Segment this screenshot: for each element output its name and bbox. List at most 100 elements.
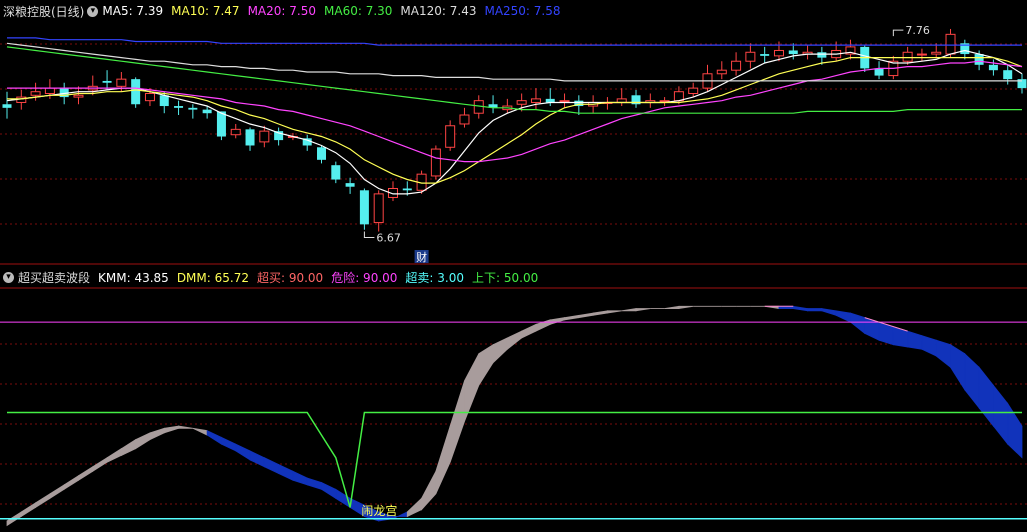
band-segment bbox=[635, 308, 651, 312]
band-segment bbox=[1007, 402, 1023, 459]
band-segment bbox=[221, 436, 237, 452]
band-segment bbox=[249, 450, 265, 468]
candle-body bbox=[902, 51, 913, 62]
candle-body bbox=[116, 78, 127, 87]
candle-body bbox=[331, 165, 341, 180]
candle-body bbox=[402, 188, 412, 191]
candle-body bbox=[216, 111, 226, 137]
band-segment bbox=[163, 425, 179, 434]
price-marker bbox=[363, 231, 375, 239]
band-segment bbox=[292, 470, 308, 486]
candle-body bbox=[30, 91, 41, 96]
band-segment bbox=[35, 493, 51, 509]
candle-body bbox=[745, 51, 756, 62]
price-marker bbox=[892, 29, 904, 37]
candle-body bbox=[174, 106, 184, 108]
band-segment bbox=[149, 427, 165, 441]
low-price-label: 6.67 bbox=[376, 232, 401, 245]
candle-body bbox=[716, 69, 727, 75]
chart-canvas[interactable]: 7.76 6.67 财闹龙宫 bbox=[0, 0, 1027, 532]
band-segment bbox=[235, 443, 251, 461]
candle-body bbox=[131, 79, 141, 105]
candle-body bbox=[773, 49, 784, 57]
band-segment bbox=[263, 457, 280, 475]
candle-body bbox=[144, 92, 155, 102]
band-segment bbox=[850, 312, 866, 335]
signal-label: 闹龙宫 bbox=[361, 503, 397, 518]
band-segment bbox=[964, 352, 980, 410]
band-segment bbox=[892, 326, 909, 348]
candle-body bbox=[202, 109, 212, 114]
band-segment bbox=[549, 317, 565, 325]
candle-body bbox=[102, 80, 112, 83]
band-segment bbox=[78, 466, 94, 482]
band-segment bbox=[835, 310, 851, 323]
band-segment bbox=[449, 380, 465, 463]
candle-body bbox=[245, 129, 255, 146]
band-segment bbox=[106, 447, 122, 463]
band-segment bbox=[20, 502, 36, 518]
candle-body bbox=[259, 130, 270, 143]
band-segment bbox=[120, 438, 137, 457]
band-segment bbox=[178, 425, 193, 429]
candle-body bbox=[916, 53, 927, 56]
candle-body bbox=[974, 54, 984, 65]
band-segment bbox=[63, 475, 79, 491]
candle-body bbox=[516, 100, 527, 105]
band-segment bbox=[664, 305, 680, 309]
band-segment bbox=[950, 343, 966, 392]
candle-body bbox=[459, 114, 470, 125]
ma-line-ma250 bbox=[7, 37, 1022, 46]
band-segment bbox=[192, 427, 208, 436]
band-segment bbox=[578, 312, 594, 319]
band-segment bbox=[492, 337, 508, 364]
midline-series bbox=[7, 411, 1022, 508]
ma-line-ma10 bbox=[7, 56, 1023, 184]
band-segment bbox=[506, 330, 523, 351]
candle-body bbox=[760, 54, 770, 56]
band-segment bbox=[464, 353, 480, 422]
candle-body bbox=[530, 98, 541, 103]
candle-body bbox=[44, 87, 55, 94]
band-segment bbox=[321, 481, 337, 500]
candle-body bbox=[317, 147, 327, 160]
candle-body bbox=[874, 68, 884, 76]
band-segment bbox=[421, 471, 437, 511]
candle-body bbox=[931, 51, 942, 55]
band-segment bbox=[206, 429, 222, 445]
band-segment bbox=[592, 310, 608, 316]
candle-body bbox=[159, 95, 169, 107]
band-segment bbox=[435, 425, 451, 495]
band-segment bbox=[607, 310, 622, 314]
candle-body bbox=[988, 64, 998, 71]
band-segment bbox=[478, 343, 494, 387]
band-segment bbox=[564, 314, 580, 321]
candle-body bbox=[945, 33, 956, 55]
high-price-label: 7.76 bbox=[905, 24, 930, 37]
band-segment bbox=[135, 432, 151, 450]
band-segment bbox=[92, 456, 108, 472]
event-badge-label: 财 bbox=[416, 250, 427, 264]
band-segment bbox=[678, 305, 694, 310]
ma-line-ma5 bbox=[6, 49, 1023, 195]
candle-body bbox=[1003, 70, 1013, 80]
candle-body bbox=[345, 183, 355, 187]
candle-body bbox=[188, 107, 198, 110]
band-segment bbox=[406, 497, 422, 518]
band-segment bbox=[521, 323, 537, 339]
candle-body bbox=[359, 190, 369, 225]
band-segment bbox=[978, 366, 994, 428]
band-segment bbox=[807, 308, 823, 312]
band-segment bbox=[993, 384, 1009, 446]
candle-body bbox=[373, 193, 384, 224]
band-segment bbox=[921, 335, 937, 357]
band-segment bbox=[935, 339, 951, 369]
band-segment bbox=[907, 330, 923, 350]
candle-body bbox=[430, 148, 441, 177]
candle-body bbox=[73, 94, 84, 98]
candle-body bbox=[445, 125, 456, 148]
candle-body bbox=[788, 50, 798, 55]
band-segment bbox=[49, 484, 65, 500]
band-segment bbox=[306, 477, 322, 490]
band-segment bbox=[278, 463, 294, 481]
